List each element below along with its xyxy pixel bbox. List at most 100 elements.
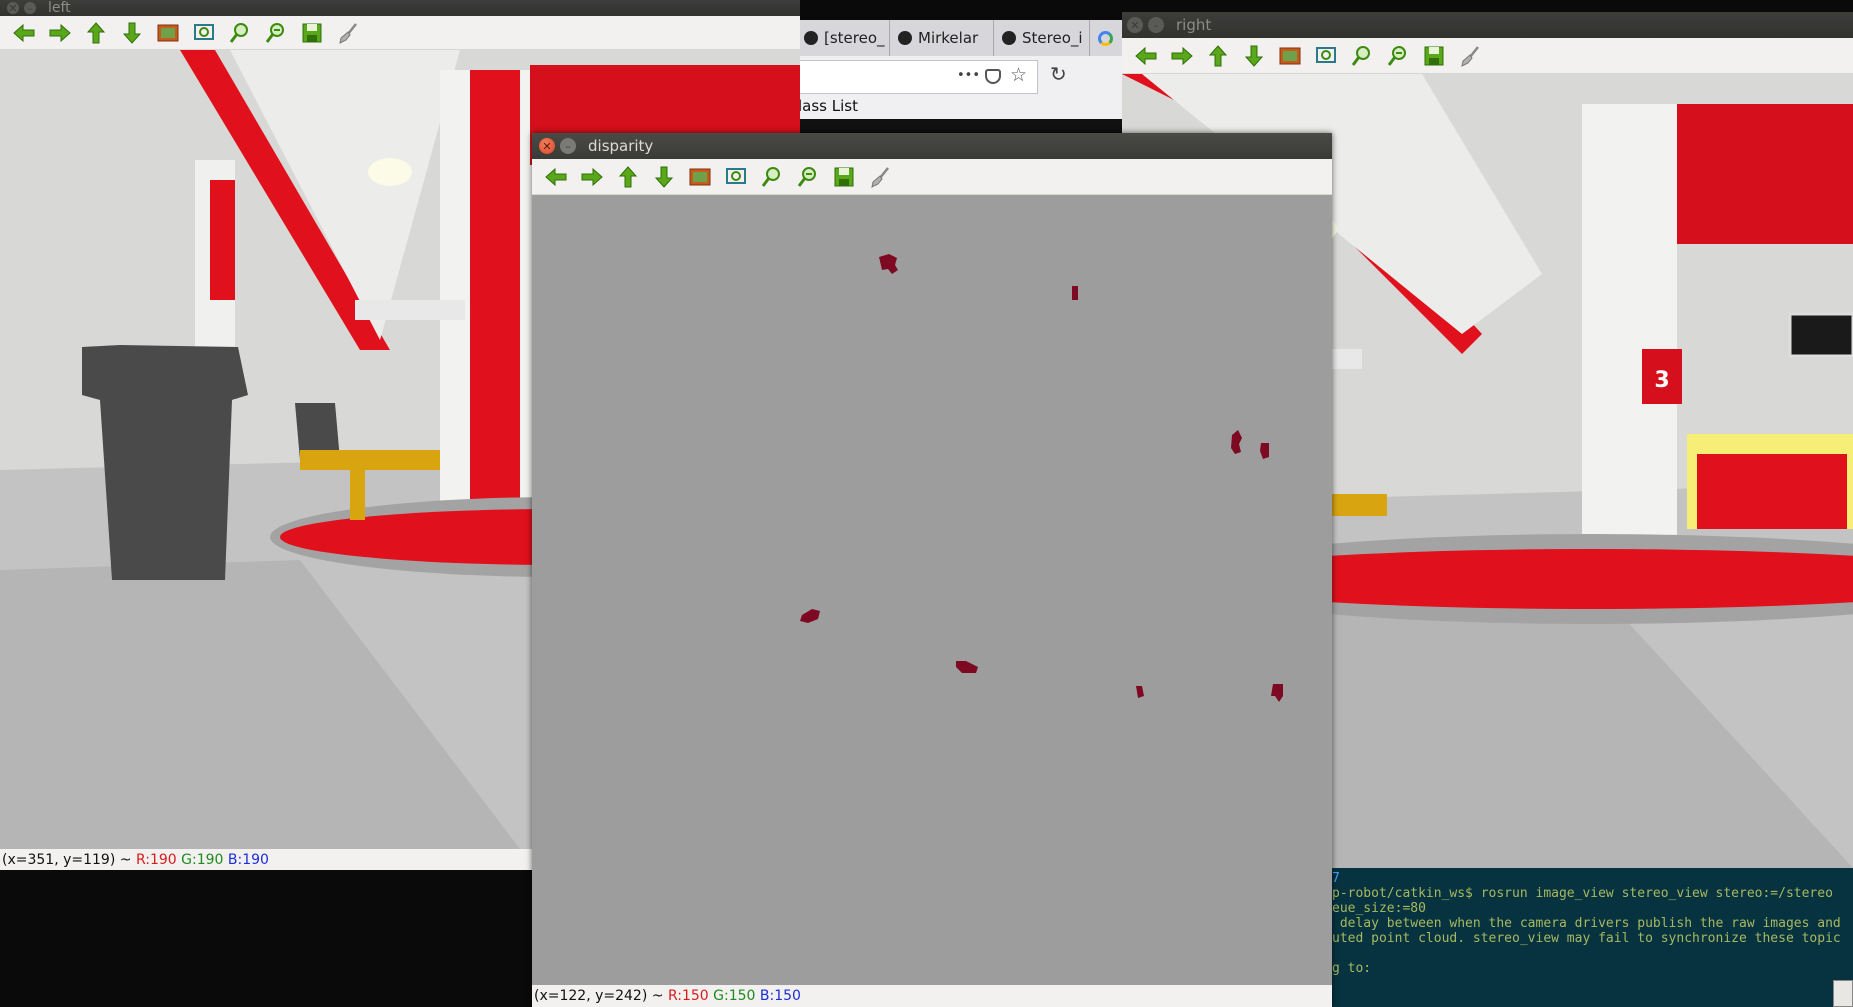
close-icon[interactable]: ✕	[539, 138, 555, 154]
image-icon	[1279, 47, 1301, 64]
browser-tab[interactable]: Stereo_i	[994, 20, 1090, 56]
terminal-line-2: eue_size:=80	[1332, 901, 1426, 916]
back-button[interactable]	[6, 18, 42, 48]
browser-page-text: lass List	[798, 97, 858, 115]
zoom-fit-button[interactable]	[186, 18, 222, 48]
forward-button[interactable]	[1164, 41, 1200, 71]
disparity-titlebar[interactable]: ✕ – disparity	[532, 133, 1332, 159]
save-icon	[1424, 46, 1444, 65]
image-icon	[157, 24, 179, 41]
disparity-status-bar: (x=122, y=242) ~ R:150 G:150 B:150	[532, 985, 1332, 1007]
forward-button[interactable]	[574, 162, 610, 192]
right-toolbar	[1122, 38, 1853, 74]
up-button[interactable]	[78, 18, 114, 48]
terminal-line-3: delay between when the camera drivers pu…	[1332, 916, 1841, 931]
zoom-out-icon	[1387, 45, 1406, 66]
close-icon[interactable]: ✕	[7, 2, 19, 14]
down-button[interactable]	[114, 18, 150, 48]
back-button[interactable]	[1128, 41, 1164, 71]
minimize-icon[interactable]: –	[1148, 17, 1164, 33]
github-icon	[804, 31, 818, 45]
browser-tab-label: [stereo_	[824, 29, 885, 47]
pocket-icon[interactable]	[985, 69, 1001, 84]
zoom-in-button[interactable]	[1344, 41, 1380, 71]
up-button[interactable]	[1200, 41, 1236, 71]
zoom-out-icon	[797, 166, 816, 187]
down-button[interactable]	[646, 162, 682, 192]
browser-page-dark-bar	[798, 119, 1123, 132]
browser-tab[interactable]: Mirkelar	[890, 20, 994, 56]
disparity-blob	[956, 661, 978, 673]
browser-tab-label: Mirkelar	[918, 29, 979, 47]
browser-tab-label: Stereo_i	[1022, 29, 1083, 47]
forward-arrow-icon	[49, 23, 71, 42]
reload-icon[interactable]: ↻	[1050, 62, 1067, 86]
browser-window: [stereo_ Mirkelar Stereo_i ••• ☆ ↻ lass …	[798, 20, 1123, 132]
right-titlebar[interactable]: ✕ – right	[1122, 12, 1853, 38]
zoom-out-button[interactable]	[790, 162, 826, 192]
zoom-in-icon	[1351, 45, 1370, 66]
page-actions-menu[interactable]: •••	[957, 68, 980, 83]
google-icon	[1098, 30, 1113, 46]
brush-button[interactable]	[1452, 41, 1488, 71]
zoom-fit-button[interactable]	[1308, 41, 1344, 71]
terminal-line-6: g to:	[1332, 961, 1372, 976]
pump-number: 3	[1654, 368, 1669, 393]
forward-arrow-icon	[1171, 46, 1193, 65]
zoom-in-icon	[761, 166, 780, 187]
down-arrow-icon	[122, 22, 142, 44]
brush-button[interactable]	[862, 162, 898, 192]
zoom-in-button[interactable]	[754, 162, 790, 192]
image-button[interactable]	[682, 162, 718, 192]
zoom-in-button[interactable]	[222, 18, 258, 48]
minimize-icon[interactable]: –	[560, 138, 576, 154]
forward-button[interactable]	[42, 18, 78, 48]
zoom-fit-icon	[1316, 46, 1336, 63]
save-icon	[302, 23, 322, 42]
browser-tab[interactable]: [stereo_	[798, 20, 890, 56]
save-button[interactable]	[294, 18, 330, 48]
status-separator: ~	[115, 852, 136, 868]
disparity-blob	[1271, 684, 1283, 702]
back-button[interactable]	[538, 162, 574, 192]
green-value: G:190	[181, 852, 224, 868]
image-button[interactable]	[150, 18, 186, 48]
red-value: R:150	[667, 988, 709, 1004]
save-button[interactable]	[826, 162, 862, 192]
zoom-out-button[interactable]	[258, 18, 294, 48]
blue-value: B:150	[759, 988, 801, 1004]
save-button[interactable]	[1416, 41, 1452, 71]
pixel-coords: (x=122, y=242)	[534, 988, 648, 1004]
pixel-coords: (x=351, y=119)	[2, 852, 116, 868]
up-button[interactable]	[610, 162, 646, 192]
zoom-in-icon	[229, 22, 248, 43]
blue-value: B:190	[227, 852, 269, 868]
disparity-window: ✕ – disparity (x=122, y=242) ~ R:150 G:1…	[532, 133, 1332, 1007]
disparity-toolbar	[532, 159, 1332, 195]
github-icon	[1002, 31, 1016, 45]
terminal-line-1: p-robot/catkin_ws$ rosrun image_view ste…	[1332, 886, 1833, 901]
brush-button[interactable]	[330, 18, 366, 48]
image-icon	[689, 168, 711, 185]
google-tab[interactable]	[1090, 20, 1113, 56]
zoom-fit-button[interactable]	[718, 162, 754, 192]
window-title: left	[48, 0, 71, 16]
brush-icon	[1461, 45, 1479, 67]
brush-icon	[339, 22, 357, 44]
disparity-blob	[1136, 686, 1144, 698]
terminal-line-4: uted point cloud. stereo_view may fail t…	[1332, 931, 1841, 946]
close-icon[interactable]: ✕	[1127, 17, 1143, 33]
terminal-scrollbar[interactable]	[1833, 980, 1853, 1007]
down-button[interactable]	[1236, 41, 1272, 71]
star-icon[interactable]: ☆	[1010, 64, 1027, 86]
zoom-out-button[interactable]	[1380, 41, 1416, 71]
left-titlebar[interactable]: ✕ – left	[0, 0, 800, 16]
disparity-blob	[1231, 430, 1242, 454]
up-arrow-icon	[618, 165, 638, 187]
minimize-icon[interactable]: –	[24, 2, 36, 14]
zoom-fit-icon	[726, 167, 746, 184]
browser-address-bar[interactable]: ••• ☆	[798, 60, 1038, 94]
disparity-blob	[879, 254, 898, 274]
image-button[interactable]	[1272, 41, 1308, 71]
down-arrow-icon	[654, 166, 674, 188]
